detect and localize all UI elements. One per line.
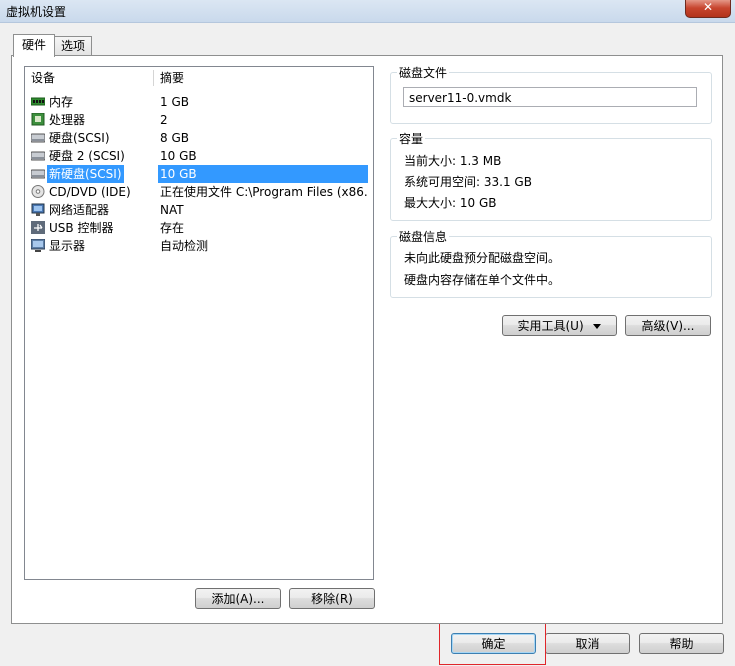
advanced-button[interactable]: 高级(V)... <box>625 315 711 336</box>
tab-options[interactable]: 选项 <box>54 36 92 56</box>
hard-disk-icon <box>31 133 45 143</box>
device-summary: 1 GB <box>160 95 189 109</box>
disk-info-line-2: 硬盘内容存储在单个文件中。 <box>404 273 561 287</box>
disk-file-field[interactable]: server11-0.vmdk <box>403 87 697 107</box>
add-button[interactable]: 添加(A)... <box>195 588 281 609</box>
memory-icon <box>31 97 45 106</box>
usb-icon <box>31 221 45 234</box>
tab-hardware-label: 硬件 <box>21 38 46 52</box>
list-item-hard-disk[interactable]: 硬盘(SCSI) 8 GB <box>25 129 373 147</box>
disk-file-label: 磁盘文件 <box>397 64 450 81</box>
device-name: 处理器 <box>49 113 86 127</box>
device-name: CD/DVD (IDE) <box>49 185 131 199</box>
disk-info-label: 磁盘信息 <box>397 228 450 245</box>
capacity-group: 容量 当前大小: 1.3 MB 系统可用空间: 33.1 GB 最大大小: 10… <box>390 130 712 221</box>
list-item-cd-dvd[interactable]: CD/DVD (IDE) 正在使用文件 C:\Program Files (x8… <box>25 183 373 201</box>
title-bar: 虚拟机设置 ✕ <box>0 0 735 23</box>
device-name: USB 控制器 <box>49 221 114 235</box>
disk-info-group: 磁盘信息 未向此硬盘预分配磁盘空间。 硬盘内容存储在单个文件中。 <box>390 228 712 298</box>
list-item-memory[interactable]: 内存 1 GB <box>25 93 373 111</box>
list-item-network-adapter[interactable]: 网络适配器 NAT <box>25 201 373 219</box>
remove-button[interactable]: 移除(R) <box>289 588 375 609</box>
help-button[interactable]: 帮助 <box>639 633 724 654</box>
cd-dvd-icon <box>31 185 45 198</box>
free-space-text: 系统可用空间: 33.1 GB <box>404 175 532 189</box>
device-list[interactable]: 设备 摘要 内存 1 GB 处理器 2 硬盘(SCSI) 8 GB 硬盘 2 (… <box>24 66 374 580</box>
close-button[interactable]: ✕ <box>685 0 731 18</box>
capacity-label: 容量 <box>397 130 426 147</box>
device-summary: NAT <box>160 203 184 217</box>
device-summary: 自动检测 <box>160 239 209 253</box>
device-summary: 8 GB <box>160 131 189 145</box>
device-summary: 10 GB <box>160 149 197 163</box>
utilities-button[interactable]: 实用工具(U) <box>502 315 617 336</box>
list-item-processor[interactable]: 处理器 2 <box>25 111 373 129</box>
tab-options-label: 选项 <box>60 39 85 53</box>
device-summary: 10 GB <box>158 165 368 183</box>
device-name: 网络适配器 <box>49 203 110 217</box>
hard-disk-icon <box>31 151 45 161</box>
close-icon: ✕ <box>702 0 714 14</box>
max-size-text: 最大大小: 10 GB <box>404 196 497 210</box>
device-name: 硬盘(SCSI) <box>49 131 110 145</box>
hardware-panel: 设备 摘要 内存 1 GB 处理器 2 硬盘(SCSI) 8 GB 硬盘 2 (… <box>11 55 723 624</box>
column-header-device[interactable]: 设备 <box>31 69 55 87</box>
device-name: 新硬盘(SCSI) <box>47 165 124 183</box>
list-item-usb-controller[interactable]: USB 控制器 存在 <box>25 219 373 237</box>
device-name: 硬盘 2 (SCSI) <box>49 149 125 163</box>
window-title: 虚拟机设置 <box>6 5 67 19</box>
list-item-display[interactable]: 显示器 自动检测 <box>25 237 373 255</box>
utilities-label: 实用工具(U) <box>517 319 584 333</box>
list-item-new-hard-disk[interactable]: 新硬盘(SCSI) 10 GB <box>25 165 373 183</box>
chevron-down-icon <box>593 324 602 329</box>
disk-info-line-1: 未向此硬盘预分配磁盘空间。 <box>404 251 561 265</box>
cancel-button[interactable]: 取消 <box>545 633 630 654</box>
device-summary: 2 <box>160 113 168 127</box>
network-adapter-icon <box>31 203 45 216</box>
device-summary: 存在 <box>160 221 185 235</box>
display-icon <box>31 239 45 252</box>
list-item-hard-disk-2[interactable]: 硬盘 2 (SCSI) 10 GB <box>25 147 373 165</box>
processor-icon <box>31 113 45 126</box>
disk-file-group: 磁盘文件 server11-0.vmdk <box>390 64 712 124</box>
device-name: 显示器 <box>49 239 86 253</box>
tab-hardware[interactable]: 硬件 <box>13 34 55 57</box>
header-divider <box>153 70 154 86</box>
device-name: 内存 <box>49 95 74 109</box>
current-size-text: 当前大小: 1.3 MB <box>404 154 502 168</box>
device-summary: 正在使用文件 C:\Program Files (x86... <box>160 185 368 199</box>
column-header-summary[interactable]: 摘要 <box>160 69 184 87</box>
hard-disk-icon <box>31 169 45 179</box>
